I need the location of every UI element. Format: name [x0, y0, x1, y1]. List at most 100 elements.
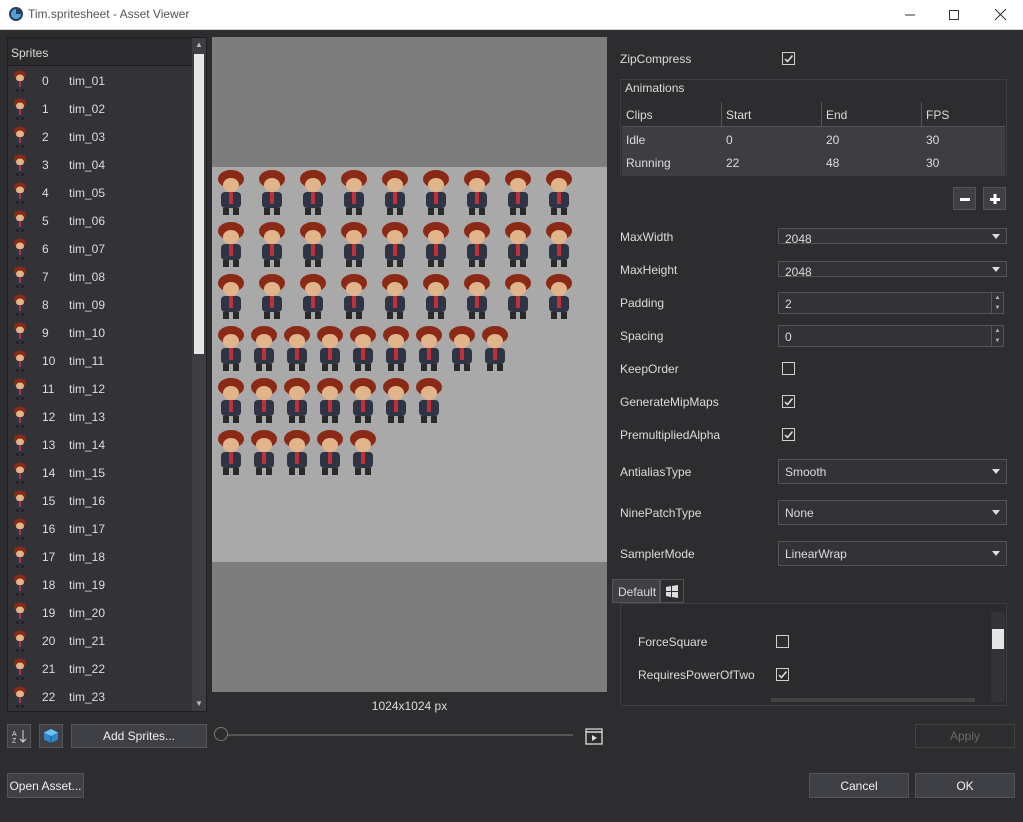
ok-button[interactable]: OK — [915, 773, 1015, 798]
list-item[interactable]: 11 tim_12 — [8, 375, 196, 403]
cube-button[interactable] — [39, 724, 63, 748]
list-item[interactable]: 15 tim_16 — [8, 487, 196, 515]
requires-pow2-checkbox[interactable] — [776, 668, 789, 681]
list-item[interactable]: 6 tim_07 — [8, 235, 196, 263]
add-clip-button[interactable] — [983, 187, 1006, 210]
list-item[interactable]: 4 tim_05 — [8, 179, 196, 207]
minimize-button[interactable] — [887, 0, 933, 29]
antialias-type-dropdown[interactable]: Smooth — [778, 459, 1007, 484]
sprite-name: tim_13 — [69, 410, 106, 424]
sprite-frame — [251, 326, 277, 371]
sprite-index: 5 — [42, 214, 49, 228]
column-header[interactable]: End — [826, 108, 847, 122]
list-item[interactable]: 16 tim_17 — [8, 515, 196, 543]
nine-patch-type-dropdown[interactable]: None — [778, 500, 1007, 525]
list-item[interactable]: 9 tim_10 — [8, 319, 196, 347]
sprites-list[interactable]: Sprites 0 tim_01 1 tim_02 2 tim_03 3 tim_04 4 tim… — [7, 37, 207, 712]
table-row[interactable]: Idle 0 20 30 — [622, 128, 1005, 151]
list-item[interactable]: 3 tim_04 — [8, 151, 196, 179]
spacing-input[interactable]: 0 ▲ ▼ — [778, 325, 1004, 347]
force-square-checkbox[interactable] — [776, 635, 789, 648]
max-width-dropdown[interactable]: 2048 — [778, 228, 1007, 244]
keep-order-checkbox[interactable] — [782, 362, 795, 375]
sprite-frame — [546, 170, 572, 215]
list-item[interactable]: 2 tim_03 — [8, 123, 196, 151]
premultiplied-alpha-checkbox[interactable] — [782, 428, 795, 441]
table-row[interactable]: Running 22 48 30 — [622, 151, 1005, 174]
column-header[interactable]: Clips — [626, 108, 653, 122]
list-item[interactable]: 7 tim_08 — [8, 263, 196, 291]
tab-windows[interactable] — [660, 579, 684, 603]
sprite-index: 6 — [42, 242, 49, 256]
list-item[interactable]: 5 tim_06 — [8, 207, 196, 235]
padding-input[interactable]: 2 ▲ ▼ — [778, 292, 1004, 314]
scrollbar-thumb[interactable] — [992, 629, 1004, 649]
scroll-up-icon[interactable]: ▲ — [192, 38, 206, 52]
sprites-header: Sprites — [8, 38, 196, 66]
list-item[interactable]: 1 tim_02 — [8, 95, 196, 123]
close-button[interactable] — [977, 0, 1023, 29]
sprite-name: tim_07 — [69, 242, 106, 256]
sprite-frame — [341, 222, 367, 267]
list-item[interactable]: 8 tim_09 — [8, 291, 196, 319]
sprite-name: tim_20 — [69, 606, 106, 620]
column-header[interactable]: FPS — [926, 108, 949, 122]
maximize-icon — [949, 9, 959, 20]
sprite-frame — [218, 170, 244, 215]
list-item[interactable]: 0 tim_01 — [8, 67, 196, 95]
column-header[interactable]: Start — [726, 108, 751, 122]
sprite-name: tim_16 — [69, 494, 106, 508]
list-item[interactable]: 21 tim_22 — [8, 655, 196, 683]
add-sprites-button[interactable]: Add Sprites... — [71, 724, 207, 748]
list-item[interactable]: 18 tim_19 — [8, 571, 196, 599]
list-item[interactable]: 20 tim_21 — [8, 627, 196, 655]
frame-slider[interactable] — [220, 734, 573, 736]
scrollbar-thumb[interactable] — [194, 54, 204, 354]
close-icon — [994, 9, 1006, 20]
sprite-index: 16 — [42, 522, 56, 536]
zip-compress-label: ZipCompress — [620, 52, 692, 66]
table-cell: Idle — [626, 133, 646, 147]
panel-scrollbar[interactable] — [991, 612, 1005, 702]
remove-clip-button[interactable] — [953, 187, 976, 210]
sprite-frame — [317, 430, 343, 475]
animations-table[interactable]: Clips Start End FPS Idle 0 20 30 Running… — [622, 102, 1005, 175]
cancel-button[interactable]: Cancel — [809, 773, 909, 798]
platform-settings-panel: ForceSquare RequiresPowerOfTwo — [620, 603, 1007, 706]
sampler-mode-dropdown[interactable]: LinearWrap — [778, 541, 1007, 566]
sprites-scrollbar[interactable]: ▲ ▼ — [192, 38, 206, 711]
sprite-sheet-preview — [212, 37, 607, 692]
max-height-dropdown[interactable]: 2048 — [778, 261, 1007, 277]
maximize-button[interactable] — [931, 0, 977, 29]
sprite-index: 19 — [42, 606, 56, 620]
list-item[interactable]: 19 tim_20 — [8, 599, 196, 627]
table-cell: 48 — [826, 156, 840, 170]
sort-button[interactable]: A Z — [7, 724, 31, 748]
spacing-spinner[interactable]: ▲ ▼ — [991, 326, 1003, 346]
sprite-index: 0 — [42, 74, 49, 88]
sprite-frame — [218, 222, 244, 267]
frame-slider-handle[interactable] — [214, 727, 228, 741]
tab-default[interactable]: Default — [612, 579, 660, 603]
scroll-down-icon[interactable]: ▼ — [192, 697, 206, 711]
list-item[interactable]: 14 tim_15 — [8, 459, 196, 487]
minus-icon — [959, 197, 970, 201]
padding-spinner[interactable]: ▲ ▼ — [991, 293, 1003, 313]
list-item[interactable]: 12 tim_13 — [8, 403, 196, 431]
list-item[interactable]: 22 tim_23 — [8, 683, 196, 711]
play-animation-button[interactable] — [585, 727, 603, 745]
list-item[interactable]: 13 tim_14 — [8, 431, 196, 459]
zip-compress-checkbox[interactable] — [782, 52, 795, 65]
open-asset-button[interactable]: Open Asset... — [7, 773, 84, 798]
app-logo-icon — [9, 7, 23, 21]
sprite-frame — [423, 170, 449, 215]
generate-mipmaps-checkbox[interactable] — [782, 395, 795, 408]
list-item[interactable]: 17 tim_18 — [8, 543, 196, 571]
sprite-frame — [382, 170, 408, 215]
list-item[interactable]: 10 tim_11 — [8, 347, 196, 375]
sprite-frame — [218, 274, 244, 319]
animations-table-header: Clips Start End FPS — [622, 102, 1005, 127]
sprite-thumbnail-icon — [14, 658, 26, 680]
apply-button[interactable]: Apply — [915, 724, 1015, 748]
sprite-name: tim_10 — [69, 326, 106, 340]
